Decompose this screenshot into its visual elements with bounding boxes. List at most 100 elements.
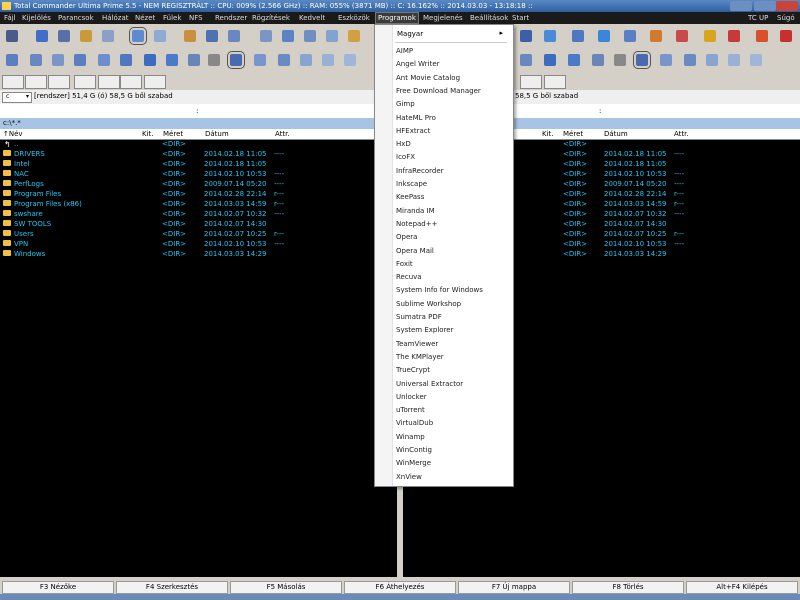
- table-row[interactable]: Windows <DIR> 2014.03.03 14:29: [0, 250, 397, 260]
- table-row[interactable]: DRIVERS <DIR> 2014.02.18 11:05 ----: [0, 150, 397, 160]
- move-button[interactable]: F6 Áthelyezés: [344, 581, 456, 594]
- maximize-button[interactable]: [754, 1, 776, 11]
- menu-item[interactable]: InfraRecorder: [396, 167, 444, 175]
- layout-icon[interactable]: [254, 54, 266, 66]
- scissors-right-icon[interactable]: [614, 54, 626, 66]
- power-icon[interactable]: [756, 30, 768, 42]
- delete-button[interactable]: F8 Törlés: [572, 581, 684, 594]
- table-row[interactable]: Program Files (x86) <DIR> 2014.03.03 14:…: [0, 200, 397, 210]
- menu-item[interactable]: HateML Pro: [396, 114, 436, 122]
- drive-button[interactable]: [74, 75, 96, 89]
- tools-icon[interactable]: [188, 54, 200, 66]
- menu-item[interactable]: WinMerge: [396, 459, 431, 467]
- menu-file[interactable]: Fájl: [4, 14, 16, 22]
- menu-item[interactable]: Unlocker: [396, 393, 427, 401]
- monitor-icon[interactable]: [572, 30, 584, 42]
- menu-submenu-header[interactable]: Magyar: [397, 30, 423, 38]
- tree-icon[interactable]: [300, 54, 312, 66]
- settings-icon[interactable]: [6, 30, 18, 42]
- panel-right-icon[interactable]: [633, 51, 651, 69]
- col-date-header[interactable]: Dátum: [604, 130, 628, 138]
- menu-system[interactable]: Rendszer: [215, 14, 247, 22]
- menu-item[interactable]: System Explorer: [396, 326, 453, 334]
- back-icon[interactable]: [6, 54, 18, 66]
- menu-item[interactable]: HxD: [396, 140, 411, 148]
- pack-icon[interactable]: [282, 30, 294, 42]
- funnel-right-icon[interactable]: [544, 54, 556, 66]
- table-row[interactable]: swshare <DIR> 2014.02.07 10:32 ----: [0, 210, 397, 220]
- table-row[interactable]: Program Files <DIR> 2014.02.28 22:14 r--…: [0, 190, 397, 200]
- col-date-header[interactable]: Dátum: [205, 130, 229, 138]
- col-attr-header[interactable]: Attr.: [674, 130, 689, 138]
- compare-icon[interactable]: [154, 30, 166, 42]
- menu-nfs[interactable]: NFS: [189, 14, 203, 22]
- nav-right-icon[interactable]: [520, 54, 532, 66]
- menu-item[interactable]: Angel Writer: [396, 60, 440, 68]
- left-drive-select[interactable]: c ▾: [2, 92, 32, 103]
- table-row[interactable]: PerfLogs <DIR> 2009.07.14 05:20 ----: [0, 180, 397, 190]
- menu-fixed[interactable]: Rögzítések: [252, 14, 290, 22]
- menu-item[interactable]: Foxit: [396, 260, 413, 268]
- split-view-icon[interactable]: [129, 27, 147, 45]
- table-row[interactable]: ↰ .. <DIR>: [0, 140, 397, 150]
- col-attr-header[interactable]: Attr.: [275, 130, 290, 138]
- col-size-header[interactable]: Méret: [563, 130, 583, 138]
- taskbar[interactable]: [0, 594, 800, 600]
- menu-item[interactable]: Recuva: [396, 273, 422, 281]
- link-icon[interactable]: [184, 30, 196, 42]
- network-drive-button[interactable]: [144, 75, 166, 89]
- grid-icon[interactable]: [704, 30, 716, 42]
- menu-network[interactable]: Hálózat: [102, 14, 129, 22]
- globe-icon[interactable]: [520, 30, 532, 42]
- drive-button[interactable]: [25, 75, 47, 89]
- menu-item[interactable]: Sublime Workshop: [396, 300, 461, 308]
- pencil-icon[interactable]: [348, 30, 360, 42]
- star-icon[interactable]: [166, 54, 178, 66]
- menu-item[interactable]: HFExtract: [396, 127, 430, 135]
- menu-item[interactable]: Opera Mail: [396, 247, 434, 255]
- list-icon[interactable]: [322, 54, 334, 66]
- book-icon[interactable]: [58, 30, 70, 42]
- unpack-icon[interactable]: [304, 30, 316, 42]
- new-folder-button[interactable]: F7 Új mappa: [458, 581, 570, 594]
- close-button[interactable]: [776, 1, 798, 11]
- sync-icon[interactable]: [326, 30, 338, 42]
- drive-button[interactable]: [98, 75, 120, 89]
- menu-item[interactable]: Opera: [396, 233, 417, 241]
- shield-icon[interactable]: [676, 30, 688, 42]
- table-row[interactable]: VPN <DIR> 2014.02.10 10:53 ----: [0, 240, 397, 250]
- menu-programs[interactable]: Programok: [375, 12, 419, 24]
- disk-icon[interactable]: [36, 30, 48, 42]
- menu-item[interactable]: IcoFX: [396, 153, 415, 161]
- view-button[interactable]: F3 Nézőke: [2, 581, 114, 594]
- exit-icon[interactable]: [780, 30, 792, 42]
- menu-tabs[interactable]: Fülek: [163, 14, 181, 22]
- menu-item[interactable]: Notepad++: [396, 220, 437, 228]
- app-grid-icon[interactable]: [728, 30, 740, 42]
- left-path-bar[interactable]: c:\*.*: [0, 118, 397, 129]
- menu-item[interactable]: The KMPlayer: [396, 353, 444, 361]
- drive-button[interactable]: [2, 75, 24, 89]
- info-icon[interactable]: [544, 30, 556, 42]
- menu-item[interactable]: KeePass: [396, 193, 424, 201]
- menu-favorites[interactable]: Kedvelt: [299, 14, 325, 22]
- panel-icon[interactable]: [227, 51, 245, 69]
- menu-item[interactable]: VirtualDub: [396, 419, 433, 427]
- menu-commands[interactable]: Parancsok: [58, 14, 94, 22]
- minimize-button[interactable]: [730, 1, 752, 11]
- star-right-icon[interactable]: [568, 54, 580, 66]
- menu-item[interactable]: Miranda IM: [396, 207, 435, 215]
- col-name-header[interactable]: ↑Név: [3, 130, 23, 138]
- drive-button[interactable]: [520, 75, 542, 89]
- menu-item[interactable]: Inkscape: [396, 180, 427, 188]
- drive-button[interactable]: [48, 75, 70, 89]
- pin-icon[interactable]: [98, 54, 110, 66]
- sort-icon[interactable]: [74, 54, 86, 66]
- firefox-icon[interactable]: [650, 30, 662, 42]
- window-icon[interactable]: [102, 30, 114, 42]
- scissors-icon[interactable]: [208, 54, 220, 66]
- menu-tcup[interactable]: TC UP: [748, 14, 768, 22]
- drive-button[interactable]: [120, 75, 142, 89]
- col-ext-header[interactable]: Kit.: [142, 130, 154, 138]
- tree-right-icon[interactable]: [706, 54, 718, 66]
